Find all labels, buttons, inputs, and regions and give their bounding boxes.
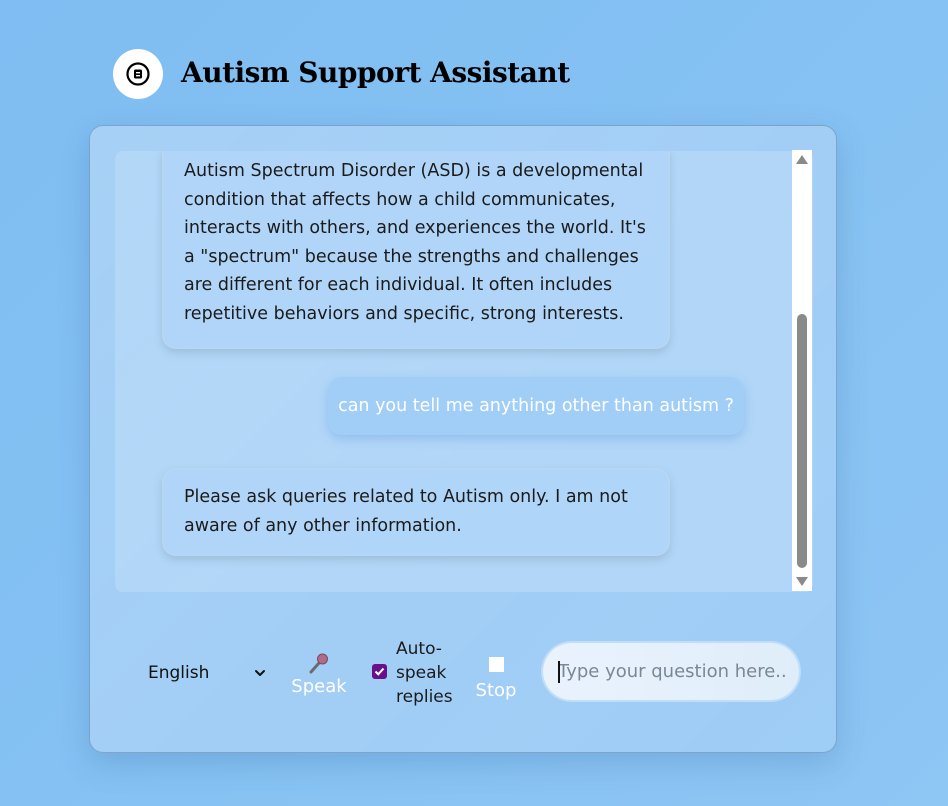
microphone-icon (309, 653, 328, 674)
chat-scrollbar[interactable] (792, 150, 812, 591)
speak-button[interactable]: Speak (290, 652, 348, 704)
user-message: can you tell me anything other than auti… (328, 377, 744, 435)
robot-face-icon (126, 62, 150, 86)
checkmark-icon (374, 667, 385, 676)
assistant-message: Autism Spectrum Disorder (ASD) is a deve… (162, 151, 670, 349)
language-selected-value: English (148, 663, 210, 683)
speak-button-label: Speak (291, 676, 347, 697)
auto-speak-checkbox[interactable] (372, 664, 387, 679)
stop-button-label: Stop (475, 680, 517, 701)
assistant-message: Please ask queries related to Autism onl… (162, 468, 670, 556)
auto-speak-toggle[interactable]: Auto-speak replies (372, 637, 453, 709)
question-input[interactable] (543, 643, 799, 700)
text-caret (558, 661, 560, 683)
scroll-up-arrow-icon[interactable] (796, 155, 808, 164)
chevron-down-icon (255, 670, 265, 676)
language-select[interactable]: English (148, 660, 266, 686)
logo-avatar (113, 49, 163, 99)
chat-messages[interactable]: Autism Spectrum Disorder (ASD) is a deve… (115, 151, 813, 592)
page-title: Autism Support Assistant (181, 56, 570, 89)
question-input-wrapper (543, 643, 799, 700)
scroll-thumb[interactable] (797, 314, 807, 568)
scroll-down-arrow-icon[interactable] (796, 577, 808, 586)
stop-square-icon (488, 657, 504, 672)
auto-speak-label: Auto-speak replies (396, 639, 453, 707)
stop-button[interactable]: Stop (473, 657, 519, 707)
